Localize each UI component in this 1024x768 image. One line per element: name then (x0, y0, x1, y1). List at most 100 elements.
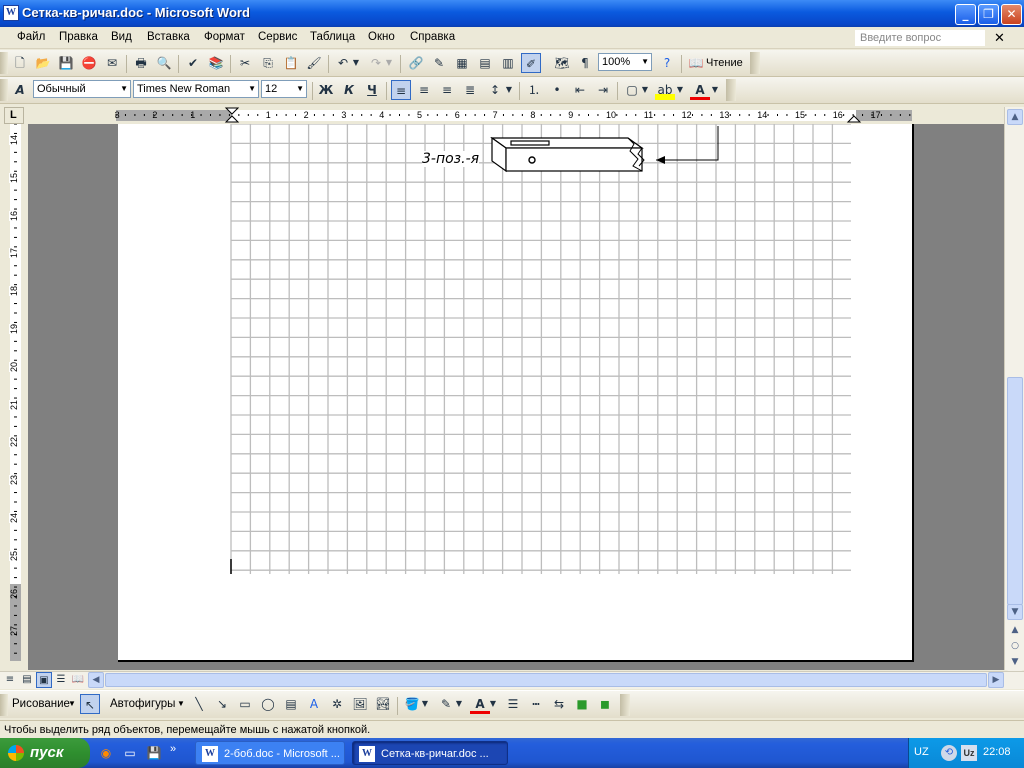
vertical-ruler[interactable]: 14 15 16 17 18 19 20 21 22 23 24 25 26 27 (8, 123, 23, 661)
vertical-scrollbar[interactable]: ▲ ▼ ▲ ○ ▼ (1004, 107, 1024, 671)
start-button[interactable]: пуск (0, 738, 90, 768)
firefox-icon[interactable]: ◉ (96, 743, 116, 763)
insert-table-icon[interactable]: ▦ (452, 53, 472, 73)
diagram-icon[interactable]: ✲ (327, 694, 347, 714)
language-indicator[interactable]: UZ (914, 746, 929, 758)
styles-pane-icon[interactable]: A (10, 80, 30, 100)
arrow-icon[interactable]: ↘ (212, 694, 232, 714)
insert-picture-icon[interactable]: 🏞 (373, 694, 393, 714)
show-formatting-icon[interactable]: ¶ (575, 53, 595, 73)
font-select[interactable]: Times New Roman ▼ (133, 80, 259, 98)
scroll-up-icon[interactable]: ▲ (1007, 109, 1023, 125)
increase-indent-icon[interactable]: ⇥ (593, 80, 613, 100)
network-icon[interactable]: ⟲ (941, 745, 957, 761)
callout-arrow[interactable] (656, 126, 719, 164)
italic-button[interactable]: К (339, 80, 359, 100)
oval-icon[interactable]: ◯ (258, 694, 278, 714)
reading-layout-button[interactable]: Чтение (706, 57, 743, 69)
help-search-input[interactable]: Введите вопрос (855, 30, 985, 46)
text-box-icon[interactable]: ▤ (281, 694, 301, 714)
outline-view-icon[interactable]: ☰ (53, 672, 69, 688)
new-document-icon[interactable]: 🗋 (10, 53, 30, 73)
line-spacing-icon[interactable]: ↕ (485, 80, 505, 100)
decrease-indent-icon[interactable]: ⇤ (570, 80, 590, 100)
borders-icon[interactable]: ▢ (622, 80, 642, 100)
taskbar-item-2bob[interactable]: W 2-боб.doc - Microsoft ... (195, 741, 345, 765)
paste-icon[interactable]: 📋 (281, 53, 301, 73)
numbering-icon[interactable]: ⒈ (524, 80, 544, 100)
horizontal-scrollbar[interactable]: ≡ ▤ ▣ ☰ 📖 ◀ ▶ (0, 671, 1024, 689)
toolbar-grip[interactable] (0, 52, 8, 74)
cut-icon[interactable]: ✂ (235, 53, 255, 73)
menu-view[interactable]: Вид (111, 31, 132, 43)
word-doc-icon[interactable]: W (3, 5, 19, 21)
menu-format[interactable]: Формат (204, 31, 245, 43)
tab-selector[interactable]: L (4, 107, 24, 124)
wordart-icon[interactable]: A (304, 694, 324, 714)
next-page-icon[interactable]: ▼ (1007, 655, 1023, 671)
redo-icon[interactable]: ↷ (366, 53, 386, 73)
select-objects-icon[interactable]: ↖ (80, 694, 100, 714)
scroll-thumb[interactable] (1007, 377, 1023, 605)
line-icon[interactable]: ╲ (189, 694, 209, 714)
redo-dropdown-icon[interactable]: ▼ (384, 53, 394, 73)
draw-font-color-dropdown-icon[interactable]: ▼ (488, 694, 498, 714)
document-map-icon[interactable]: 🗺 (552, 53, 572, 73)
part-label[interactable]: 3-поз.-я (422, 151, 480, 167)
taskbar-item-setka[interactable]: W Сетка-кв-ричаг.doc ... (352, 741, 508, 765)
save-icon[interactable]: 💾 (56, 53, 76, 73)
open-icon[interactable]: 📂 (33, 53, 53, 73)
scroll-left-icon[interactable]: ◀ (88, 672, 104, 688)
line-spacing-dropdown-icon[interactable]: ▼ (504, 80, 514, 100)
keyboard-layout-icon[interactable]: Uz (961, 745, 977, 761)
draw-font-color-icon[interactable]: A (470, 694, 490, 714)
menu-help[interactable]: Справка (410, 31, 455, 43)
arrow-style-icon[interactable]: ⇆ (549, 694, 569, 714)
toolbar-options-icon[interactable] (620, 694, 630, 716)
print-icon[interactable]: 🖶 (131, 53, 151, 73)
fill-color-dropdown-icon[interactable]: ▼ (420, 694, 430, 714)
line-style-icon[interactable]: ☰ (503, 694, 523, 714)
menu-file[interactable]: Файл (17, 31, 45, 43)
minimize-button[interactable]: _ (955, 4, 976, 25)
font-color-icon[interactable]: A (690, 80, 710, 100)
reading-icon[interactable]: 📖 (686, 53, 706, 73)
print-preview-icon[interactable]: 🔍 (154, 53, 174, 73)
show-desktop-icon[interactable]: ▭ (120, 743, 140, 763)
align-left-icon[interactable]: ≡ (391, 80, 411, 100)
borders-dropdown-icon[interactable]: ▼ (640, 80, 650, 100)
autoshapes-button[interactable]: Автофигуры (110, 698, 175, 710)
drawing-toggle-icon[interactable]: ✐ (521, 53, 541, 73)
web-view-icon[interactable]: ▤ (19, 672, 35, 688)
help-icon[interactable]: ? (657, 53, 677, 73)
underline-button[interactable]: Ч (362, 80, 382, 100)
previous-page-icon[interactable]: ▲ (1007, 623, 1023, 639)
title-bar[interactable]: W Сетка-кв-ричаг.doc - Microsoft Word _ … (0, 0, 1024, 27)
draw-menu-button[interactable]: Рисование (12, 698, 70, 710)
permission-icon[interactable]: ⛔ (79, 53, 99, 73)
align-center-icon[interactable]: ≡ (414, 80, 434, 100)
insert-excel-icon[interactable]: ▤ (475, 53, 495, 73)
menu-table[interactable]: Таблица (310, 31, 355, 43)
fill-color-icon[interactable]: 🪣 (402, 694, 422, 714)
clipart-icon[interactable]: 🖼 (350, 694, 370, 714)
menu-window[interactable]: Окно (368, 31, 395, 43)
highlight-icon[interactable]: ab (655, 80, 675, 100)
document-workspace[interactable]: 3-поз.-я (28, 124, 1004, 670)
print-layout-icon[interactable]: ▣ (36, 672, 52, 688)
scroll-right-icon[interactable]: ▶ (988, 672, 1004, 688)
spelling-icon[interactable]: ✔ (183, 53, 203, 73)
quicklaunch-app-icon[interactable]: 💾 (144, 743, 164, 763)
copy-icon[interactable]: ⎘ (258, 53, 278, 73)
undo-icon[interactable]: ↶ (333, 53, 353, 73)
reading-view-icon[interactable]: 📖 (70, 672, 86, 688)
lever-part-drawing[interactable] (490, 136, 645, 173)
close-button[interactable]: ✕ (1001, 4, 1022, 25)
research-icon[interactable]: 📚 (206, 53, 226, 73)
menu-tools[interactable]: Сервис (258, 31, 297, 43)
horizontal-scroll-thumb[interactable] (105, 673, 987, 687)
align-right-icon[interactable]: ≡ (437, 80, 457, 100)
menu-edit[interactable]: Правка (59, 31, 98, 43)
quicklaunch-expand-icon[interactable]: » (170, 743, 176, 755)
normal-view-icon[interactable]: ≡ (2, 672, 18, 688)
